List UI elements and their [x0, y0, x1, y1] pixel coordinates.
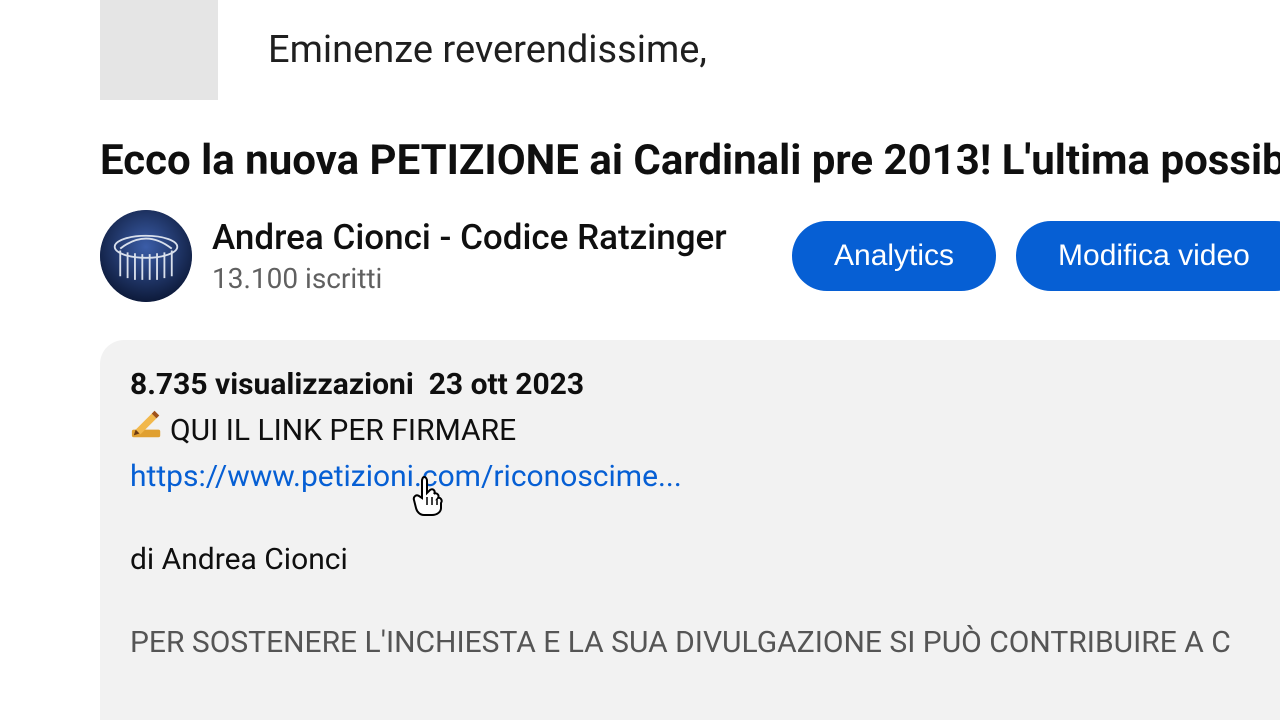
video-stats: 8.735 visualizzazioni 23 ott 2023: [130, 362, 1250, 407]
avatar-icon: [100, 210, 192, 302]
subscriber-count: 13.100 iscritti: [212, 262, 772, 295]
writing-hand-icon: [130, 407, 164, 454]
edit-video-button[interactable]: Modifica video: [1016, 221, 1280, 291]
video-thumbnail-placeholder: [100, 0, 218, 100]
player-end-row: Eminenze reverendissime,: [100, 0, 707, 100]
support-line: PER SOSTENERE L'INCHIESTA E LA SUA DIVUL…: [130, 620, 1250, 665]
description-box[interactable]: 8.735 visualizzazioni 23 ott 2023 QUI IL…: [100, 340, 1280, 720]
analytics-button[interactable]: Analytics: [792, 221, 996, 291]
video-page-root: Eminenze reverendissime, Ecco la nuova P…: [0, 0, 1280, 720]
view-count: 8.735 visualizzazioni: [130, 367, 414, 402]
channel-text-block: Andrea Cionci - Codice Ratzinger 13.100 …: [212, 217, 772, 295]
video-title: Ecco la nuova PETIZIONE ai Cardinali pre…: [100, 136, 1280, 185]
channel-avatar[interactable]: [100, 210, 192, 302]
petition-link-line: https://www.petizioni.com/riconoscime...: [130, 454, 1250, 499]
author-line: di Andrea Cionci: [130, 537, 1250, 582]
sign-label: QUI IL LINK PER FIRMARE: [170, 408, 516, 453]
upload-date: 23 ott 2023: [429, 367, 584, 402]
petition-link[interactable]: https://www.petizioni.com/riconoscime...: [130, 459, 682, 494]
channel-name[interactable]: Andrea Cionci - Codice Ratzinger: [212, 217, 772, 258]
channel-row: Andrea Cionci - Codice Ratzinger 13.100 …: [100, 208, 1280, 304]
video-caption-text: Eminenze reverendissime,: [268, 28, 707, 74]
sign-line: QUI IL LINK PER FIRMARE: [130, 407, 1250, 454]
